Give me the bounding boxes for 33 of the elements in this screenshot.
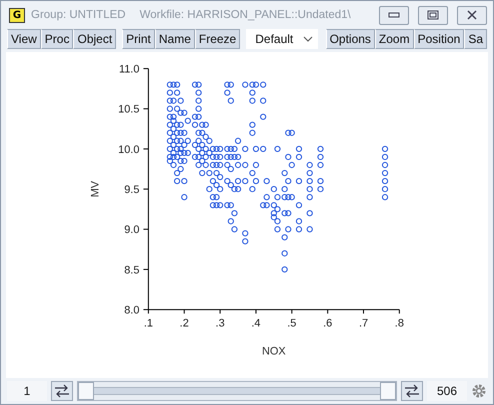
x-tick-label: .4 — [251, 318, 261, 330]
graph-type-dropdown[interactable]: Default — [246, 29, 318, 49]
x-tick-label: .6 — [323, 318, 332, 330]
window-title: Group: UNTITLED — [31, 9, 126, 21]
x-tick-label: .5 — [287, 318, 296, 330]
x-tick-label: .1 — [144, 318, 153, 330]
x-axis-title: NOX — [262, 345, 286, 358]
y-tick-label: 9.0 — [124, 224, 140, 236]
x-tick-label: .2 — [180, 318, 189, 330]
toolbar-button[interactable]: Object — [73, 29, 116, 49]
app-badge: G — [9, 8, 25, 22]
y-tick-label: 8.5 — [124, 264, 140, 276]
x-tick-label: .8 — [394, 318, 404, 330]
y-tick-label: 10.5 — [118, 104, 140, 116]
y-tick-label: 11.0 — [118, 64, 140, 76]
sample-start: 1 — [7, 381, 47, 401]
toolbar-button[interactable]: View — [7, 29, 41, 49]
y-axis-title: MV — [90, 180, 102, 198]
toolbar-button[interactable]: Proc — [40, 29, 74, 49]
y-tick-label: 8.0 — [124, 304, 140, 317]
toolbar-button[interactable]: Freeze — [194, 29, 240, 49]
toolbar-button[interactable]: Name — [154, 29, 195, 49]
y-tick-label: 9.5 — [124, 184, 140, 196]
toolbar-button[interactable]: Options — [326, 29, 375, 49]
x-tick-label: .7 — [358, 318, 368, 330]
toolbar-button[interactable]: Zoom — [374, 29, 414, 49]
toolbar-button[interactable]: Position — [414, 29, 464, 49]
workfile-label: Workfile: HARRISON_PANEL::Undated1\ — [140, 9, 351, 21]
y-tick-label: 10.0 — [118, 144, 140, 156]
x-tick-label: .3 — [216, 318, 225, 330]
toolbar-button[interactable]: Print — [122, 29, 155, 49]
toolbar-button[interactable]: Sa — [464, 29, 487, 49]
sample-end: 506 — [427, 381, 467, 401]
